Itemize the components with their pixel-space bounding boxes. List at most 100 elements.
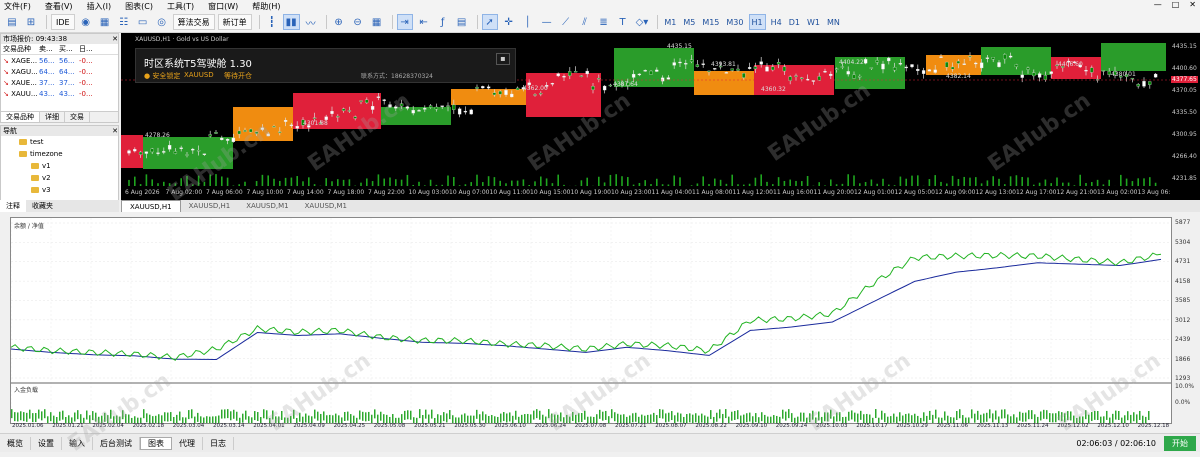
close-icon[interactable]: ✕	[112, 35, 118, 43]
crosshair-icon[interactable]: ✛	[501, 14, 517, 30]
volume-bar	[731, 175, 733, 186]
time-tick: 12 Aug 21:00	[1057, 189, 1097, 196]
volume-bar	[296, 176, 298, 186]
menu-item[interactable]: 查看(V)	[45, 1, 73, 12]
tester-tab[interactable]: 概览	[0, 437, 31, 450]
col-bid[interactable]: 卖...	[39, 44, 59, 54]
market-watch-row[interactable]: ↘ XAUE...37...37...-0...	[1, 77, 118, 88]
deposit-load-bar	[479, 414, 481, 423]
tester-tab[interactable]: 图表	[140, 437, 172, 450]
candle-body	[911, 64, 914, 66]
chart-tab[interactable]: XAUUSD,M1	[297, 200, 355, 212]
volume-bar	[1126, 179, 1128, 186]
volume-bar	[198, 176, 200, 186]
volume-bar	[1021, 177, 1023, 186]
ea-collapse-button[interactable]: ▪	[496, 53, 510, 65]
new-chart-icon[interactable]: ⊞	[23, 14, 39, 30]
terminal-icon[interactable]: ▭	[135, 14, 151, 30]
ide-button[interactable]: IDE	[51, 14, 75, 30]
tester-tab[interactable]: 日志	[203, 437, 234, 450]
tab-trading[interactable]: 交易	[65, 112, 90, 122]
tab-favorites[interactable]: 收藏夹	[26, 200, 59, 212]
market-watch-icon[interactable]: ◉	[78, 14, 94, 30]
new-order-button[interactable]: 新订单	[218, 14, 252, 30]
vertical-line-icon[interactable]: │	[520, 14, 536, 30]
profiles-icon[interactable]: ▤	[4, 14, 20, 30]
trendline-icon[interactable]: ⟋	[558, 14, 574, 30]
market-watch-row[interactable]: ↘ XAGU...64...64...-0...	[1, 66, 118, 77]
deposit-load-bar	[1022, 413, 1024, 422]
channel-icon[interactable]: ⫽	[577, 14, 593, 30]
autoscroll-icon[interactable]: ⇥	[397, 14, 413, 30]
horizontal-line-icon[interactable]: —	[539, 14, 555, 30]
deposit-load-bar	[581, 413, 583, 422]
menu-item[interactable]: 窗口(W)	[208, 1, 238, 12]
navigator-tabs: 注释 收藏夹	[0, 200, 119, 212]
tester-tab[interactable]: 后台测试	[93, 437, 140, 450]
menu-item[interactable]: 图表(C)	[125, 1, 153, 12]
shapes-icon[interactable]: ◇▾	[634, 14, 651, 30]
indicators-icon[interactable]: ƒ	[435, 14, 451, 30]
menu-item[interactable]: 文件(F)	[4, 1, 31, 12]
candlestick-icon[interactable]: ▮▮	[283, 14, 300, 30]
maximize-icon[interactable]: □	[1172, 0, 1180, 9]
tab-symbols[interactable]: 交易品种	[1, 112, 40, 122]
chart-tab[interactable]: XAUUSD,H1	[181, 200, 239, 212]
templates-icon[interactable]: ▤	[454, 14, 470, 30]
zoom-in-icon[interactable]: ⊕	[331, 14, 347, 30]
volume-bar	[180, 178, 182, 186]
price-tick: 4266.40	[1172, 153, 1197, 160]
algo-trading-button[interactable]: 算法交易	[173, 14, 215, 30]
chart-tab[interactable]: XAUUSD,M1	[238, 200, 296, 212]
col-change[interactable]: 日...	[79, 44, 99, 54]
start-button[interactable]: 开始	[1164, 436, 1196, 451]
tester-tab[interactable]: 输入	[62, 437, 93, 450]
menu-item[interactable]: 工具(T)	[167, 1, 194, 12]
candle-body	[342, 109, 345, 111]
col-symbol[interactable]: 交易品种	[1, 44, 39, 54]
market-watch-row[interactable]: ↘ XAGE...56...56...-0...	[1, 55, 118, 66]
deposit-load-bar	[692, 415, 694, 423]
tab-comments[interactable]: 注释	[0, 200, 26, 212]
col-ask[interactable]: 买...	[59, 44, 79, 54]
menu-item[interactable]: 帮助(H)	[252, 1, 280, 12]
zoom-out-icon[interactable]: ⊖	[350, 14, 366, 30]
close-icon[interactable]: ✕	[1189, 0, 1196, 9]
nav-item-v3[interactable]: v3	[1, 184, 118, 196]
bar-chart-icon[interactable]: ┇	[264, 14, 280, 30]
nav-item-timezone[interactable]: timezone	[1, 148, 118, 160]
timeframe-h1[interactable]: H1	[749, 14, 766, 30]
close-icon[interactable]: ✕	[112, 127, 118, 135]
chart-shift-icon[interactable]: ⇤	[416, 14, 432, 30]
line-chart-icon[interactable]: 〰	[303, 14, 319, 30]
cursor-icon[interactable]: ➚	[482, 14, 498, 30]
deposit-load-bar	[521, 415, 523, 423]
fibonacci-icon[interactable]: ≣	[596, 14, 612, 30]
chart-tab[interactable]: XAUUSD,H1	[121, 200, 181, 212]
timeframe-h4[interactable]: H4	[769, 14, 784, 30]
timeframe-m5[interactable]: M5	[681, 14, 697, 30]
nav-item-v2[interactable]: v2	[1, 172, 118, 184]
minimize-icon[interactable]: —	[1154, 0, 1162, 9]
timeframe-d1[interactable]: D1	[787, 14, 802, 30]
deposit-load-bar	[989, 409, 991, 418]
timeframe-w1[interactable]: W1	[805, 14, 822, 30]
nav-item-v1[interactable]: v1	[1, 160, 118, 172]
navigator-icon[interactable]: ☷	[116, 14, 132, 30]
data-window-icon[interactable]: ▦	[97, 14, 113, 30]
timeframe-m1[interactable]: M1	[662, 14, 678, 30]
tester-tab[interactable]: 代理	[172, 437, 203, 450]
tester-icon[interactable]: ◎	[154, 14, 170, 30]
timeframe-m15[interactable]: M15	[700, 14, 721, 30]
timeframe-mn[interactable]: MN	[825, 14, 842, 30]
grid-icon[interactable]: ▦	[369, 14, 385, 30]
nav-item-test[interactable]: test	[1, 136, 118, 148]
deposit-load-bar	[698, 416, 700, 423]
tab-details[interactable]: 详细	[40, 112, 65, 122]
deposit-load-bar	[836, 413, 838, 422]
text-tool-icon[interactable]: T	[615, 14, 631, 30]
tester-tab[interactable]: 设置	[31, 437, 62, 450]
menu-item[interactable]: 插入(I)	[87, 1, 112, 12]
market-watch-row[interactable]: ↘ XAUU...43...43...-0...	[1, 88, 118, 99]
timeframe-m30[interactable]: M30	[724, 14, 745, 30]
